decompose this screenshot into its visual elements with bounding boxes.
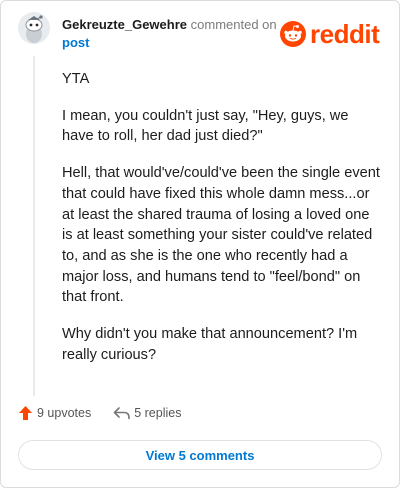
author-line: Gekreuzte_Gewehre commented on: [62, 17, 277, 33]
username-link[interactable]: Gekreuzte_Gewehre: [62, 17, 187, 32]
comment-body: YTA I mean, you couldn't just say, "Hey,…: [62, 69, 382, 381]
snoo-logo-icon: [280, 21, 306, 47]
comment-card: Gekreuzte_Gewehre commented on post redd…: [0, 0, 400, 488]
replies-button[interactable]: 5 replies: [113, 406, 181, 420]
snoo-avatar-icon: [18, 12, 50, 44]
comment-paragraph: Why didn't you make that announcement? I…: [62, 326, 358, 363]
replies-count: 5 replies: [134, 406, 182, 420]
reply-arrow-icon: [113, 407, 131, 420]
reddit-wordmark: reddit: [310, 19, 380, 49]
reddit-logo[interactable]: reddit: [280, 19, 380, 49]
comment-paragraph: YTA: [62, 71, 90, 87]
upvote-button[interactable]: 9 upvotes: [18, 405, 91, 421]
commented-on-text: commented on: [190, 17, 277, 32]
comment-actions: 9 upvotes 5 replies: [18, 405, 181, 421]
post-link[interactable]: post: [62, 35, 89, 51]
comment-paragraph: I mean, you couldn't just say, "Hey, guy…: [62, 107, 349, 145]
comment-paragraph: Hell, that would've/could've been the si…: [62, 165, 380, 306]
view-comments-button[interactable]: View 5 comments: [18, 440, 382, 470]
thread-line: [33, 56, 35, 396]
user-avatar[interactable]: [18, 12, 50, 44]
upvotes-count: 9 upvotes: [37, 406, 92, 420]
upvote-arrow-icon: [19, 406, 32, 420]
